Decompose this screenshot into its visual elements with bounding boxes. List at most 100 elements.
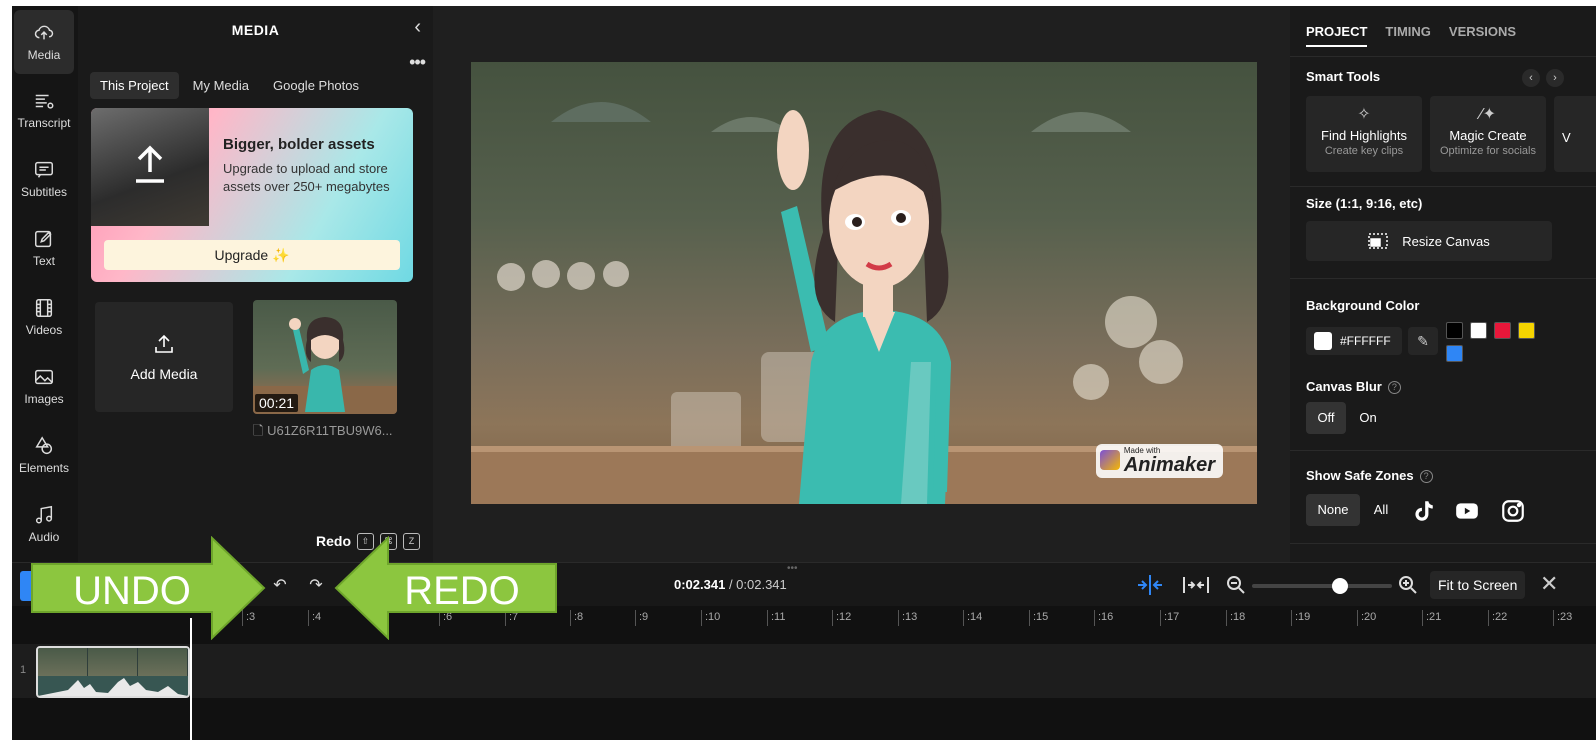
help-icon[interactable]: ? xyxy=(1387,381,1401,394)
rail-label: Elements xyxy=(18,461,70,475)
rail-item-elements[interactable]: Elements xyxy=(14,423,74,487)
resize-canvas-button[interactable]: Resize Canvas xyxy=(1306,221,1552,261)
promo-photo xyxy=(91,108,209,226)
ruler-tick: :11 xyxy=(767,610,785,626)
swatch-black[interactable] xyxy=(1446,322,1463,339)
tab-project[interactable]: PROJECT xyxy=(1306,24,1368,47)
help-icon[interactable]: ? xyxy=(1419,470,1433,483)
zoom-slider-knob[interactable] xyxy=(1332,578,1349,594)
promo-title: Bigger, bolder assets xyxy=(223,136,375,153)
smart-tools-title: Smart Tools xyxy=(1306,69,1381,84)
safe-zone-all-button[interactable]: All xyxy=(1364,494,1398,526)
redo-icon[interactable]: ↷ xyxy=(306,575,326,595)
partial-tool-card[interactable]: V xyxy=(1554,96,1596,172)
rail-item-images[interactable]: Images xyxy=(14,354,74,418)
rail-item-media[interactable]: Media xyxy=(14,10,74,74)
swatch-yellow[interactable] xyxy=(1518,322,1535,339)
tool-subtitle: Optimize for socials xyxy=(1440,145,1536,157)
clip-frame xyxy=(88,648,138,676)
tools-next-button[interactable]: › xyxy=(1546,69,1564,87)
rail-item-text[interactable]: Text xyxy=(14,216,74,280)
rail-label: Videos xyxy=(25,323,63,337)
fit-clips-icon[interactable] xyxy=(1182,575,1210,595)
find-highlights-card[interactable]: ✧ Find Highlights Create key clips xyxy=(1306,96,1422,172)
ruler-tick: :21 xyxy=(1422,610,1441,626)
more-options-button[interactable]: ••• xyxy=(409,52,426,73)
zoom-in-icon[interactable] xyxy=(1398,575,1418,595)
swatch-red[interactable] xyxy=(1494,322,1511,339)
current-time: 0:02.341 xyxy=(674,577,726,592)
divider xyxy=(1290,186,1596,187)
tab-google-photos[interactable]: Google Photos xyxy=(263,72,369,99)
close-icon: ✕ xyxy=(1540,571,1559,596)
animaker-watermark: Made with Animaker xyxy=(1095,444,1223,478)
tab-versions[interactable]: VERSIONS xyxy=(1449,24,1516,47)
properties-panel: PROJECT TIMING VERSIONS Smart Tools ‹ › … xyxy=(1290,6,1596,562)
ruler-tick: :4 xyxy=(308,610,321,626)
collapse-panel-button[interactable]: ‹ xyxy=(414,16,421,39)
swatch-white[interactable] xyxy=(1470,322,1487,339)
sparkle-icon: ✧ xyxy=(1357,106,1371,123)
tab-my-media[interactable]: My Media xyxy=(183,72,259,99)
shapes-icon xyxy=(35,436,53,455)
ruler-tick: :19 xyxy=(1291,610,1310,626)
filename-text: U61Z6R11TBU9W6... xyxy=(267,423,393,438)
add-media-button[interactable]: Add Media xyxy=(95,302,233,412)
chevron-left-icon: ‹ xyxy=(1529,72,1533,84)
divider xyxy=(1290,543,1596,544)
fit-to-screen-button[interactable]: Fit to Screen xyxy=(1430,571,1526,599)
ruler-tick: :12 xyxy=(832,610,851,626)
blur-on-button[interactable]: On xyxy=(1350,402,1386,434)
audio-waveform xyxy=(38,678,188,696)
magic-wand-icon: ⁄✦ xyxy=(1479,106,1497,123)
tool-title: Magic Create xyxy=(1449,128,1527,143)
undo-icon[interactable]: ↶ xyxy=(270,575,290,595)
timeline-resize-handle[interactable]: ••• xyxy=(787,563,798,574)
tiktok-icon[interactable] xyxy=(1410,498,1436,524)
scene-illustration xyxy=(471,102,1257,504)
current-color-swatch xyxy=(1314,332,1332,350)
rail-label: Media xyxy=(27,48,61,62)
timeline-clip[interactable] xyxy=(36,646,190,698)
video-canvas[interactable]: Made with Animaker xyxy=(471,62,1257,504)
tab-timing[interactable]: TIMING xyxy=(1385,24,1431,47)
safe-zone-none-button[interactable]: None xyxy=(1306,494,1360,526)
zoom-slider[interactable] xyxy=(1252,578,1392,594)
preview-stage: Made with Animaker xyxy=(433,6,1290,562)
split-icon[interactable] xyxy=(1136,575,1164,595)
blur-off-button[interactable]: Off xyxy=(1306,402,1346,434)
swatch-blue[interactable] xyxy=(1446,345,1463,362)
rail-item-videos[interactable]: Videos xyxy=(14,285,74,349)
magic-create-card[interactable]: ⁄✦ Magic Create Optimize for socials xyxy=(1430,96,1546,172)
rail-label: Transcript xyxy=(17,116,71,130)
media-filename: 🗋 U61Z6R11TBU9W6... xyxy=(253,422,393,444)
ruler-tick: :20 xyxy=(1357,610,1376,626)
rail-label: Subtitles xyxy=(20,185,68,199)
rail-item-transcript[interactable]: Transcript xyxy=(14,78,74,142)
bg-color-input[interactable]: #FFFFFF xyxy=(1306,327,1402,355)
zoom-out-icon[interactable] xyxy=(1226,575,1246,595)
resize-icon xyxy=(1368,233,1389,249)
undo-annotation-arrow: UNDO xyxy=(31,536,266,640)
video-duration: 00:21 xyxy=(255,394,299,412)
divider xyxy=(1290,450,1596,451)
total-time: / 0:02.341 xyxy=(725,577,787,592)
safe-zones-label: Show Safe Zones xyxy=(1306,468,1414,483)
ruler-tick: :16 xyxy=(1094,610,1113,626)
media-thumbnail[interactable]: 00:21 xyxy=(253,300,397,414)
transcript-icon xyxy=(35,94,54,109)
redo-annotation-arrow: REDO xyxy=(334,536,557,640)
tools-prev-button[interactable]: ‹ xyxy=(1522,69,1540,87)
tab-this-project[interactable]: This Project xyxy=(90,72,179,99)
track-area[interactable] xyxy=(12,644,1596,698)
youtube-icon[interactable] xyxy=(1454,498,1480,524)
ruler-tick: :9 xyxy=(635,610,648,626)
upgrade-button[interactable]: Upgrade ✨ xyxy=(104,240,400,270)
instagram-icon[interactable] xyxy=(1500,498,1526,524)
rail-item-subtitles[interactable]: Subtitles xyxy=(14,147,74,211)
close-timeline-button[interactable]: ✕ xyxy=(1540,571,1558,597)
watermark-brand-text: Animaker xyxy=(1123,454,1215,476)
divider xyxy=(1290,278,1596,279)
clip-frame xyxy=(138,648,188,676)
eyedropper-button[interactable]: ✎ xyxy=(1408,327,1438,355)
